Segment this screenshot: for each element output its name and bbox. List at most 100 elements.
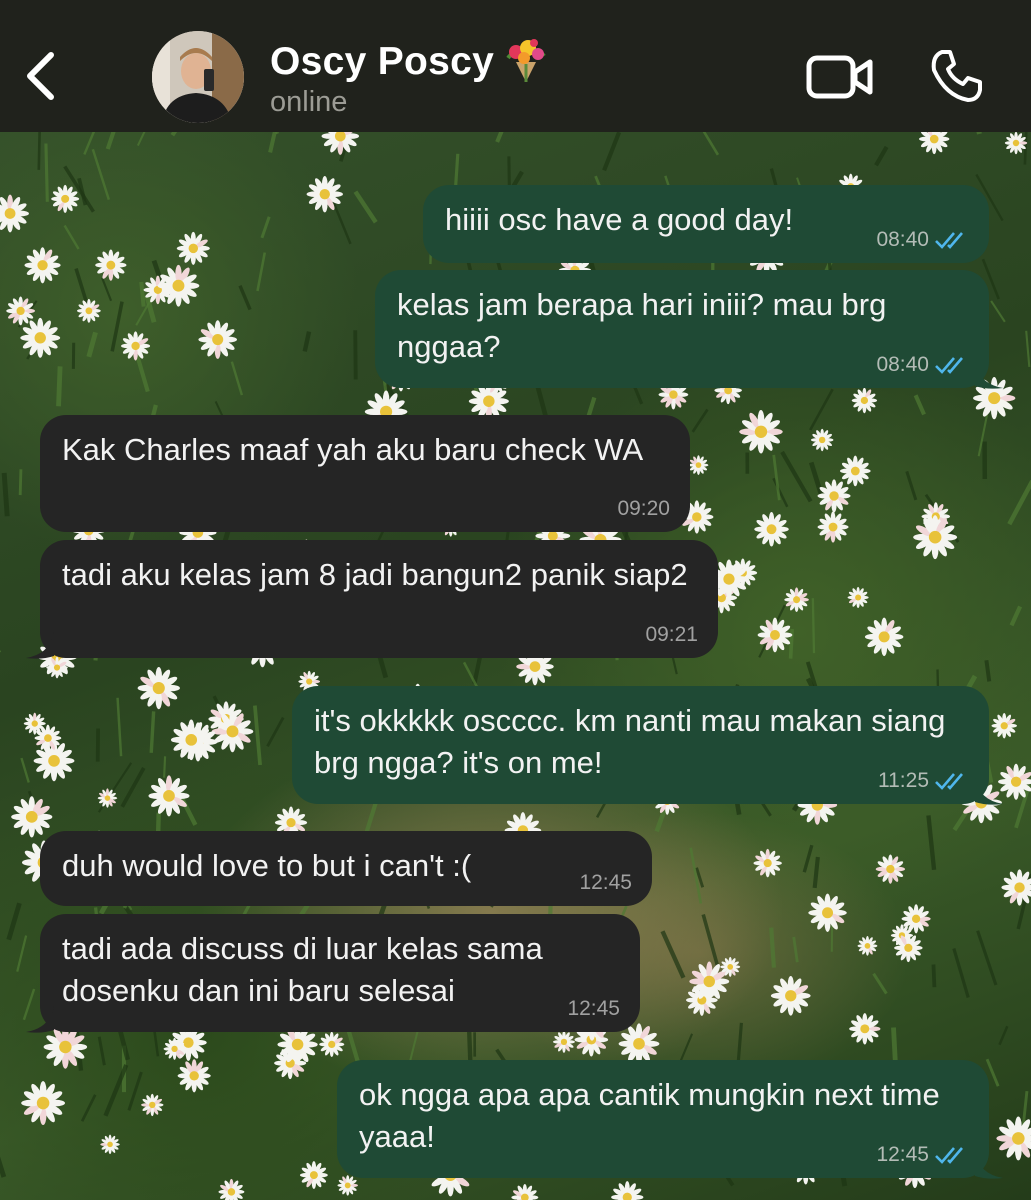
grass-blade — [660, 930, 686, 979]
daisy — [919, 132, 950, 155]
grass-blade — [18, 469, 23, 496]
daisy — [611, 1181, 644, 1200]
daisy — [875, 854, 905, 884]
grass-blade — [44, 143, 49, 202]
double-check-icon — [935, 1147, 963, 1164]
message-time: 08:40 — [876, 353, 929, 376]
message-bubble-outgoing[interactable]: ok ngga apa apa cantik mungkin next time… — [337, 1060, 989, 1178]
grass-blade — [976, 132, 982, 135]
message-bubble-incoming[interactable]: Kak Charles maaf yah aku baru check WA 0… — [40, 415, 690, 532]
daisy — [51, 184, 80, 213]
contact-avatar[interactable] — [152, 31, 244, 123]
grass-blade — [80, 1094, 97, 1122]
grass-blade — [808, 461, 825, 498]
grass-blade — [811, 598, 816, 654]
grass-blade — [37, 132, 41, 170]
video-call-button[interactable] — [806, 54, 874, 100]
daisy — [95, 249, 127, 281]
grass-blade — [86, 331, 98, 358]
daisy — [817, 511, 849, 543]
grass-blade — [1, 472, 10, 517]
grass-blade — [931, 964, 937, 988]
message-bubble-incoming[interactable]: tadi ada discuss di luar kelas sama dose… — [40, 914, 640, 1032]
message-time: 12:45 — [876, 1143, 929, 1166]
grass-blade — [97, 1036, 106, 1066]
grass-blade — [984, 659, 992, 682]
daisy — [757, 617, 793, 653]
daisy — [754, 511, 789, 547]
message-bubble-incoming[interactable]: duh would love to but i can't :( 12:45 — [40, 831, 652, 906]
message-time: 08:40 — [876, 228, 929, 251]
daisy — [770, 975, 811, 1016]
daisy — [511, 1183, 539, 1200]
message-bubble-incoming[interactable]: tadi aku kelas jam 8 jadi bangun2 panik … — [40, 540, 718, 658]
grass-blade — [101, 277, 113, 302]
daisy — [864, 617, 904, 657]
daisy — [808, 893, 847, 932]
grass-blade — [230, 361, 244, 396]
message-text: tadi ada discuss di luar kelas sama dose… — [62, 931, 552, 1008]
contact-status: online — [270, 86, 348, 118]
daisy — [810, 428, 834, 452]
message-bubble-outgoing[interactable]: kelas jam berapa hari iniii? mau brg ngg… — [375, 270, 989, 388]
daisy — [11, 796, 53, 838]
message-meta: 09:20 — [617, 498, 670, 520]
double-check-icon — [935, 773, 963, 790]
daisy — [21, 1081, 66, 1126]
daisy — [913, 515, 958, 560]
contact-name[interactable]: Oscy Poscy — [270, 38, 550, 84]
daisy — [851, 387, 878, 414]
grass-blade — [701, 914, 720, 968]
grass-blade — [266, 716, 285, 748]
message-bubble-outgoing[interactable]: it's okkkkk oscccc. km nanti mau makan s… — [292, 686, 989, 804]
grass-blade — [976, 930, 998, 986]
daisy — [218, 1178, 245, 1200]
grass-blade — [163, 756, 167, 778]
daisy — [753, 848, 782, 878]
message-bubble-outgoing[interactable]: hiiii osc have a good day! 08:40 — [423, 185, 989, 263]
grass-blade — [110, 301, 124, 352]
daisy — [857, 935, 878, 956]
message-time: 12:45 — [567, 997, 620, 1020]
grass-blade — [170, 132, 178, 137]
grass-blade — [16, 935, 28, 972]
message-text: Kak Charles maaf yah aku baru check WA — [62, 432, 644, 467]
grass-blade — [769, 927, 776, 968]
daisy — [148, 775, 190, 817]
grass-blade — [913, 394, 926, 416]
grass-blade — [63, 224, 80, 250]
grass-blade — [792, 936, 799, 963]
voice-call-button[interactable] — [928, 48, 984, 104]
grass-blade — [952, 948, 970, 998]
daisy — [784, 587, 809, 612]
bubble-tail — [26, 1006, 54, 1033]
grass-blade — [253, 705, 262, 766]
daisy — [121, 331, 151, 361]
daisy — [20, 317, 61, 358]
back-button[interactable] — [18, 46, 62, 106]
message-meta: 11:25 — [878, 770, 969, 792]
message-text: duh would love to but i can't :( — [62, 848, 472, 883]
grass-blade — [256, 252, 267, 292]
message-time: 11:25 — [878, 769, 929, 792]
message-meta: 12:45 — [567, 998, 620, 1020]
grass-blade — [139, 281, 146, 307]
grass-blade — [91, 148, 111, 200]
double-check-icon — [935, 357, 963, 374]
daisy — [552, 1030, 575, 1053]
grass-blade — [149, 711, 156, 753]
chevron-left-icon — [27, 52, 54, 100]
grass-blade — [679, 1033, 694, 1062]
grass-blade — [74, 268, 90, 307]
daisy — [849, 1013, 881, 1045]
daisy — [319, 1031, 345, 1058]
grass-blade — [926, 815, 937, 871]
daisy — [198, 320, 238, 359]
message-text: tadi aku kelas jam 8 jadi bangun2 panik … — [62, 557, 688, 592]
message-meta: 08:40 — [876, 354, 969, 376]
grass-blade — [802, 844, 814, 873]
bubble-tail — [26, 632, 54, 659]
grass-blade — [20, 757, 30, 783]
bouquet-icon — [502, 38, 550, 84]
daisy — [24, 247, 61, 284]
